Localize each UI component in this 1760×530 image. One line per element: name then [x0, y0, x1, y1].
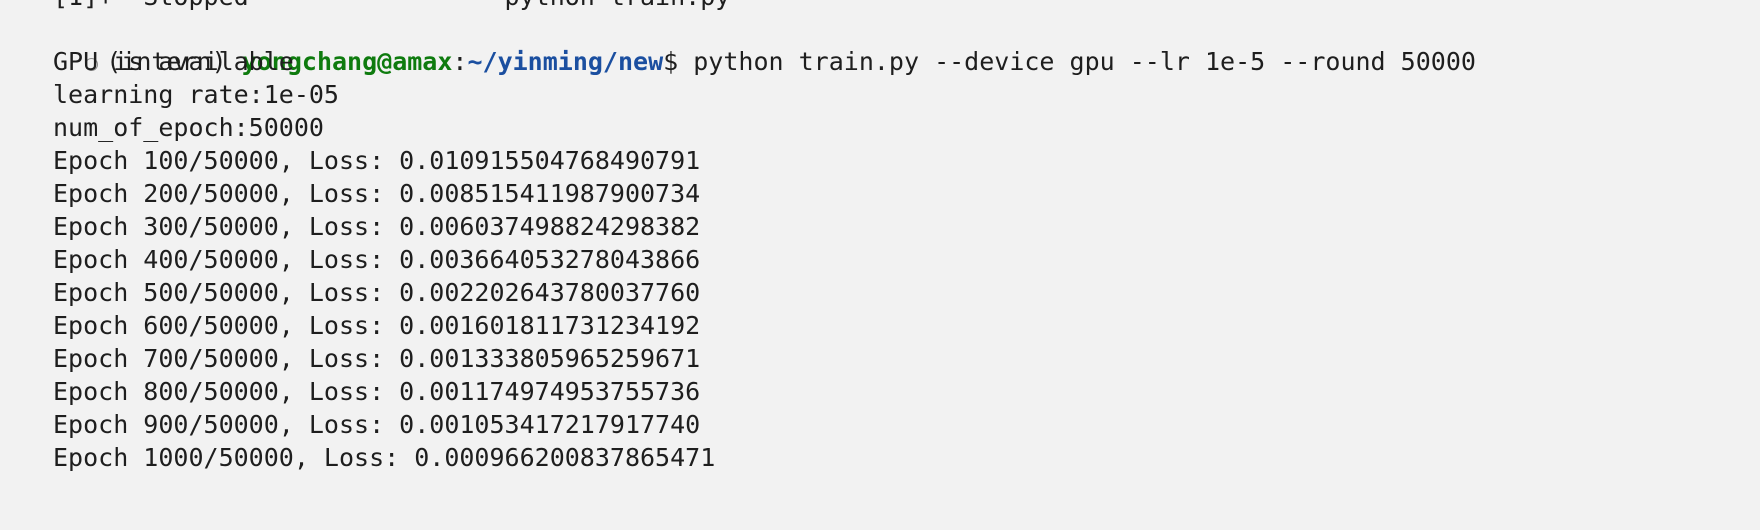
output-line: learning rate:1e-05 — [53, 80, 339, 109]
output-line: Epoch 500/50000, Loss: 0.002202643780037… — [53, 278, 701, 307]
prompt-symbol: $ — [663, 47, 694, 76]
output-line: Epoch 300/50000, Loss: 0.006037498824298… — [53, 212, 701, 241]
output-line: Epoch 800/50000, Loss: 0.001174974953755… — [53, 377, 701, 406]
output-line: Epoch 700/50000, Loss: 0.001333805965259… — [53, 344, 701, 373]
working-directory: ~/yinming/new — [467, 47, 664, 76]
output-line: Epoch 200/50000, Loss: 0.008515411987900… — [53, 179, 701, 208]
output-line: Epoch 100/50000, Loss: 0.010915504768490… — [53, 146, 701, 175]
prompt-colon: : — [452, 47, 468, 76]
output-line: Epoch 1000/50000, Loss: 0.00096620083786… — [53, 443, 716, 472]
terminal-window[interactable]: [1]+ Stopped python train.py (intern) yo… — [0, 0, 1760, 530]
output-line: num_of_epoch:50000 — [53, 113, 324, 142]
prompt-line: (intern) yongchang@amax:~/yinming/new$ p… — [25, 12, 1476, 76]
output-line: GPU is available — [53, 47, 294, 76]
command-text: python train.py --device gpu --lr 1e-5 -… — [693, 47, 1476, 76]
output-line: Epoch 600/50000, Loss: 0.001601811731234… — [53, 311, 701, 340]
output-line: Epoch 400/50000, Loss: 0.003664053278043… — [53, 245, 701, 274]
output-line: Epoch 900/50000, Loss: 0.001053417217917… — [53, 410, 701, 439]
